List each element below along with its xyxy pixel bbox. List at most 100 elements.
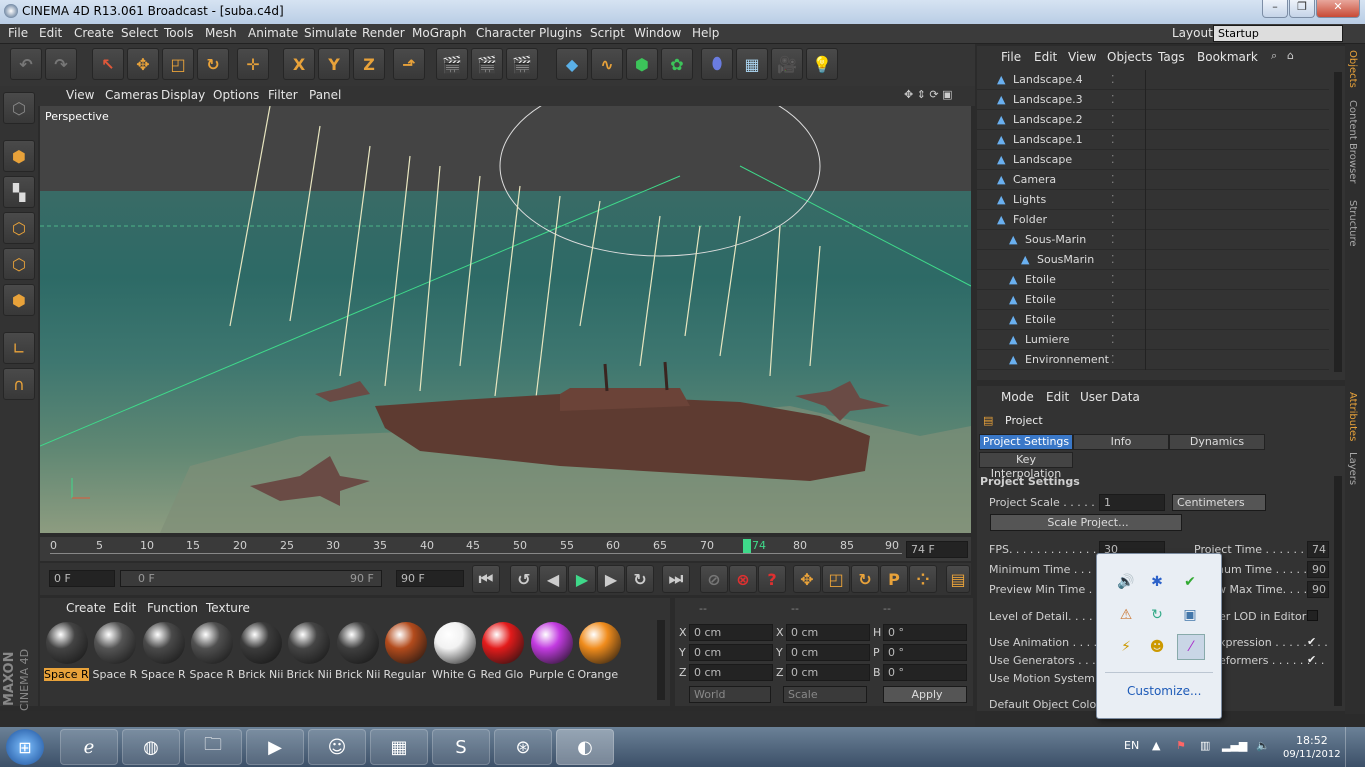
globe-app-icon[interactable]: ◍ bbox=[122, 729, 180, 765]
show-hidden-icons-icon[interactable]: ▲ bbox=[1152, 739, 1160, 752]
menu-mograph[interactable]: MoGraph bbox=[412, 26, 467, 40]
keyframe-link-icon[interactable]: ⊘ bbox=[700, 565, 728, 593]
tab-key-interpolation[interactable]: Key Interpolation bbox=[979, 452, 1073, 480]
size-x-field[interactable]: 0 cm bbox=[786, 624, 870, 641]
mat-menu-function[interactable]: Function bbox=[147, 601, 198, 615]
timeline-window-icon[interactable]: ▤ bbox=[946, 565, 970, 593]
side-tab-layers[interactable]: Layers bbox=[1347, 452, 1358, 485]
undo-icon[interactable]: ↶ bbox=[10, 48, 42, 80]
obj-home-icon[interactable]: ⌂ bbox=[1287, 49, 1294, 62]
object-row[interactable]: ▲ Landscape ⁚ bbox=[977, 150, 1329, 170]
volume-icon[interactable]: 🔊 bbox=[1115, 571, 1137, 593]
rot-b-field[interactable]: 0 ° bbox=[883, 664, 967, 681]
rot-p-field[interactable]: 0 ° bbox=[883, 644, 967, 661]
object-row[interactable]: ▲ Landscape.3 ⁚ bbox=[977, 90, 1329, 110]
object-row[interactable]: ▲ Landscape.2 ⁚ bbox=[977, 110, 1329, 130]
preview-max-field[interactable]: 90 bbox=[1307, 581, 1329, 598]
material-scrollbar[interactable] bbox=[657, 620, 665, 700]
range-slider[interactable] bbox=[120, 570, 382, 587]
play-icon[interactable]: ▶ bbox=[568, 565, 596, 593]
menu-script[interactable]: Script bbox=[590, 26, 625, 40]
visibility-dots[interactable]: ⁚ bbox=[1111, 113, 1115, 126]
rot-h-field[interactable]: 0 ° bbox=[883, 624, 967, 641]
file-explorer-icon[interactable]: 🗀 bbox=[184, 729, 242, 765]
floor-icon[interactable]: ▦ bbox=[736, 48, 768, 80]
project-time-field[interactable]: 74 bbox=[1307, 541, 1329, 558]
snap-icon[interactable]: ∩ bbox=[3, 368, 35, 400]
flag-icon[interactable]: ⚑ bbox=[1176, 739, 1186, 752]
visibility-dots[interactable]: ⁚ bbox=[1111, 73, 1115, 86]
viewport-menu-panel[interactable]: Panel bbox=[309, 88, 341, 102]
obj-menu-edit[interactable]: Edit bbox=[1034, 50, 1057, 64]
playhead[interactable] bbox=[743, 539, 751, 553]
language-indicator[interactable]: EN bbox=[1124, 739, 1139, 752]
messenger-icon[interactable]: ☺ bbox=[308, 729, 366, 765]
live-selection-icon[interactable]: ↖ bbox=[92, 48, 124, 80]
menu-simulate[interactable]: Simulate bbox=[304, 26, 357, 40]
mat-menu-create[interactable]: Create bbox=[66, 601, 106, 615]
goto-end-icon[interactable]: ⏭ bbox=[662, 565, 690, 593]
attr-menu-edit[interactable]: Edit bbox=[1046, 390, 1069, 404]
y-axis-button[interactable]: Y bbox=[318, 48, 350, 80]
object-name[interactable]: Etoile bbox=[1025, 293, 1056, 306]
object-row[interactable]: ▲ Camera ⁚ bbox=[977, 170, 1329, 190]
side-tab-structure[interactable]: Structure bbox=[1347, 200, 1358, 247]
object-row[interactable]: ▲ Lights ⁚ bbox=[977, 190, 1329, 210]
speaker-icon[interactable]: 🔈 bbox=[1256, 739, 1270, 752]
object-name[interactable]: Folder bbox=[1013, 213, 1047, 226]
object-name[interactable]: Etoile bbox=[1025, 313, 1056, 326]
polygons-mode-icon[interactable]: ⬢ bbox=[3, 284, 35, 316]
key-scale-icon[interactable]: ◰ bbox=[822, 565, 850, 593]
media-player-icon[interactable]: ▶ bbox=[246, 729, 304, 765]
spline-icon[interactable]: ∿ bbox=[591, 48, 623, 80]
obj-menu-tags[interactable]: Tags bbox=[1158, 50, 1185, 64]
customize-link[interactable]: Customize... bbox=[1127, 684, 1201, 698]
object-row[interactable]: ▲ SousMarin ⁚ bbox=[977, 250, 1329, 270]
skype-icon[interactable]: S bbox=[432, 729, 490, 765]
x-axis-button[interactable]: X bbox=[283, 48, 315, 80]
coordinate-system-icon[interactable]: ⬏ bbox=[393, 48, 425, 80]
safari-icon[interactable]: ⊛ bbox=[494, 729, 552, 765]
key-pla-icon[interactable]: ⁘ bbox=[909, 565, 937, 593]
viewport-menu-filter[interactable]: Filter bbox=[268, 88, 298, 102]
tab-dynamics[interactable]: Dynamics bbox=[1169, 434, 1265, 450]
object-row[interactable]: ▲ Landscape.1 ⁚ bbox=[977, 130, 1329, 150]
render-view-icon[interactable]: 🎬 bbox=[436, 48, 468, 80]
visibility-dots[interactable]: ⁚ bbox=[1111, 93, 1115, 106]
object-name[interactable]: Sous-Marin bbox=[1025, 233, 1086, 246]
object-row[interactable]: ▲ Etoile ⁚ bbox=[977, 270, 1329, 290]
max-time-field[interactable]: 90 bbox=[1307, 561, 1329, 578]
network-icon[interactable]: ▥ bbox=[1200, 739, 1210, 752]
current-frame-field[interactable]: 74 F bbox=[906, 541, 968, 558]
object-scrollbar[interactable] bbox=[1334, 72, 1342, 372]
internet-explorer-icon[interactable]: ℯ bbox=[60, 729, 118, 765]
layout-dropdown[interactable]: Startup bbox=[1213, 25, 1343, 42]
clock-date[interactable]: 09/11/2012 bbox=[1283, 749, 1341, 760]
tab-project-settings[interactable]: Project Settings bbox=[979, 434, 1073, 450]
visibility-dots[interactable]: ⁚ bbox=[1111, 273, 1115, 286]
material-swatch[interactable]: Space R bbox=[44, 620, 89, 681]
material-swatch[interactable]: Space R bbox=[190, 620, 235, 681]
prev-key-icon[interactable]: ↺ bbox=[510, 565, 538, 593]
material-swatch[interactable]: White G bbox=[432, 620, 477, 681]
mat-menu-texture[interactable]: Texture bbox=[206, 601, 250, 615]
model-mode-icon[interactable]: ⬢ bbox=[3, 140, 35, 172]
3d-viewport[interactable]: Perspective bbox=[40, 106, 971, 533]
goto-start-icon[interactable]: ⏮ bbox=[472, 565, 500, 593]
network-adapter-icon[interactable]: ▣ bbox=[1179, 604, 1201, 626]
material-swatch[interactable]: Orange bbox=[578, 620, 623, 681]
action-center-icon[interactable]: ⚠ bbox=[1115, 604, 1137, 626]
pos-y-field[interactable]: 0 cm bbox=[689, 644, 773, 661]
side-tab-objects[interactable]: Objects bbox=[1347, 50, 1358, 88]
visibility-dots[interactable]: ⁚ bbox=[1111, 353, 1115, 366]
deformer-icon[interactable]: ⬮ bbox=[701, 48, 733, 80]
menu-create[interactable]: Create bbox=[74, 26, 114, 40]
pos-z-field[interactable]: 0 cm bbox=[689, 664, 773, 681]
key-rotation-icon[interactable]: ↻ bbox=[851, 565, 879, 593]
viewport-nav-icons[interactable]: ✥ ⇕ ⟳ ▣ bbox=[904, 88, 953, 101]
visibility-dots[interactable]: ⁚ bbox=[1111, 313, 1115, 326]
sync-icon[interactable]: ↻ bbox=[1146, 604, 1168, 626]
cube-icon[interactable]: ◆ bbox=[556, 48, 588, 80]
side-tab-content-browser[interactable]: Content Browser bbox=[1347, 100, 1358, 183]
object-row[interactable]: ▲ Environnement ⁚ bbox=[977, 350, 1329, 370]
